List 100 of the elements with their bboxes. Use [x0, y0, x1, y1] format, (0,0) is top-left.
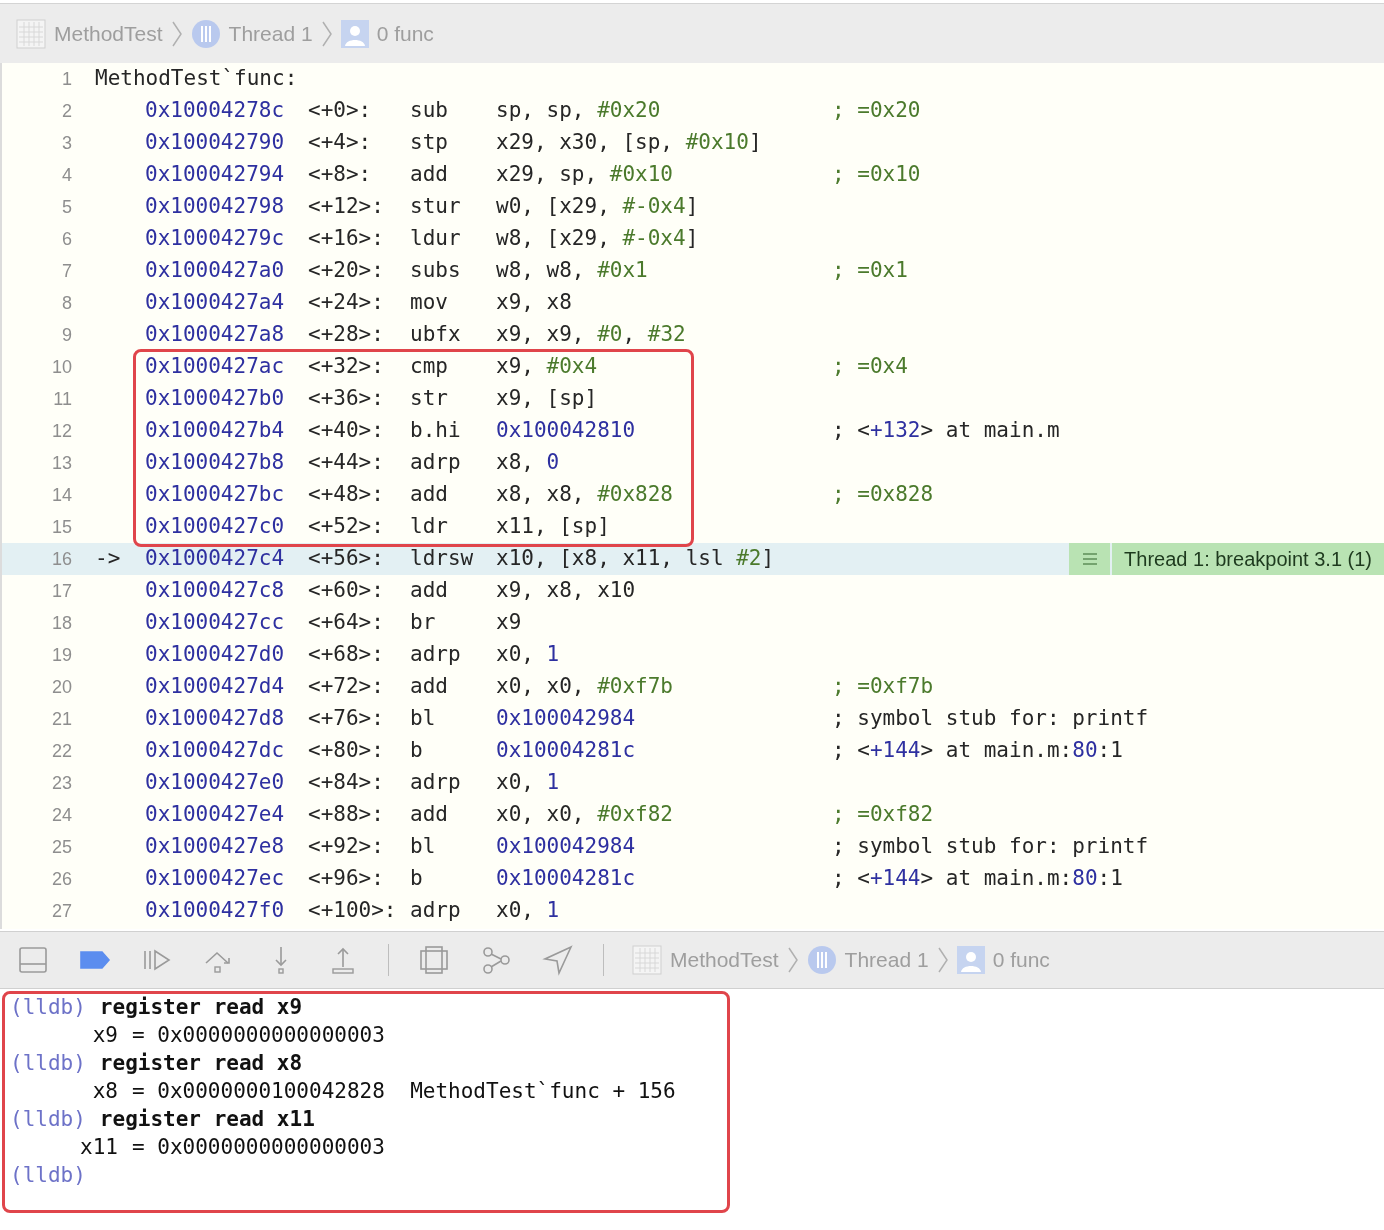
register-value: = 0x0000000000000003: [132, 1134, 385, 1162]
register-name: x9: [92, 1023, 118, 1048]
address: 0x1000427a8: [145, 322, 285, 347]
line-number: 27: [50, 899, 72, 923]
breakpoint-annotation: Thread 1: breakpoint 3.1 (1): [1112, 543, 1384, 575]
grid-icon: [16, 18, 46, 49]
console-command: register read x9: [99, 994, 303, 1022]
mnemonic: adrp: [410, 898, 461, 923]
line-number: 16: [50, 547, 72, 571]
offset: <+52>:: [308, 514, 384, 539]
address: 0x1000427c8: [145, 578, 285, 603]
address: 0x1000427cc: [145, 610, 285, 635]
comment: ; =0x20: [832, 97, 921, 125]
register-name: x8: [92, 1079, 118, 1104]
comment: ; symbol stub for: printf: [832, 833, 1149, 861]
line-number: 19: [50, 643, 72, 667]
offset: <+56>:: [308, 546, 384, 571]
offset: <+16>:: [308, 226, 384, 251]
operands: x11, [sp]: [496, 514, 610, 539]
operands: x10, [x8, x11, lsl #2]: [496, 546, 775, 571]
offset: <+80>:: [308, 738, 384, 763]
offset: <+20>:: [308, 258, 384, 283]
line-number: 14: [50, 483, 72, 507]
breadcrumb-item[interactable]: 0 func: [376, 17, 434, 50]
mnemonic: ldur: [410, 226, 461, 251]
address: 0x1000427d8: [145, 706, 285, 731]
address: 0x100042790: [145, 130, 285, 155]
line-number: 15: [50, 515, 72, 539]
breadcrumb-item[interactable]: Thread 1: [228, 17, 313, 50]
operands: 0x100042984: [496, 706, 636, 731]
breadcrumb-item[interactable]: Thread 1: [844, 944, 929, 976]
operands: x0, x0, #0xf82: [496, 802, 673, 827]
grid-icon: [632, 945, 662, 975]
operands: x0, 1: [496, 770, 560, 795]
line-number: 24: [50, 803, 72, 827]
mnemonic: stur: [410, 194, 461, 219]
operands: x0, x0, #0xf7b: [496, 674, 673, 699]
breadcrumb-item[interactable]: 0 func: [992, 944, 1050, 976]
operands: w8, [x29, #-0x4]: [496, 226, 699, 251]
console-command: register read x8: [99, 1050, 303, 1078]
operands: w0, [x29, #-0x4]: [496, 194, 699, 219]
thread-icon: [806, 945, 837, 975]
operands: x9, #0x4: [496, 354, 598, 379]
mnemonic: ldr: [410, 514, 448, 539]
line-number: 17: [50, 579, 72, 603]
operands: w8, w8, #0x1: [496, 258, 648, 283]
line-number: 9: [61, 323, 72, 347]
comment: ; =0x1: [832, 257, 908, 285]
operands: sp, sp, #0x20: [496, 98, 661, 123]
operands: x9, x8, x10: [496, 578, 636, 603]
function-label: MethodTest`func:: [95, 65, 298, 93]
address: 0x1000427d0: [145, 642, 285, 667]
line-number: 1: [61, 67, 72, 91]
lldb-prompt: (lldb): [10, 994, 86, 1022]
comment: ; <+132> at main.m: [832, 417, 1060, 445]
line-number: 21: [50, 707, 72, 731]
mnemonic: add: [410, 482, 448, 507]
operands: 0x10004281c: [496, 738, 636, 763]
line-number: 5: [61, 195, 72, 219]
person-icon: [956, 946, 985, 974]
offset: <+28>:: [308, 322, 384, 347]
offset: <+48>:: [308, 482, 384, 507]
address: 0x1000427dc: [145, 738, 285, 763]
breakpoint-menu-icon[interactable]: [1069, 543, 1111, 575]
thread-icon: [190, 18, 221, 49]
offset: <+64>:: [308, 610, 384, 635]
address: 0x1000427f0: [145, 898, 285, 923]
layers-icon[interactable]: [417, 943, 451, 977]
operands: x29, sp, #0x10: [496, 162, 673, 187]
line-number: 12: [50, 419, 72, 443]
address: 0x1000427b8: [145, 450, 285, 475]
mnemonic: bl: [410, 706, 436, 731]
address: 0x1000427c4: [145, 546, 285, 571]
mnemonic: sub: [410, 98, 448, 123]
line-number: 7: [61, 259, 72, 283]
breadcrumb-item[interactable]: MethodTest: [54, 17, 163, 50]
breadcrumb-item[interactable]: MethodTest: [670, 944, 779, 976]
line-number: 6: [61, 227, 72, 251]
comment: ; =0x4: [832, 353, 908, 381]
address: 0x1000427b0: [145, 386, 285, 411]
comment: ; <+144> at main.m:80:1: [832, 865, 1123, 893]
location-arrow-icon[interactable]: [541, 943, 575, 977]
line-number: 8: [61, 291, 72, 315]
operands: 0x10004281c: [496, 866, 636, 891]
line-number: 23: [50, 771, 72, 795]
address: 0x1000427d4: [145, 674, 285, 699]
operands: x29, x30, [sp, #0x10]: [496, 130, 762, 155]
offset: <+84>:: [308, 770, 384, 795]
mnemonic: adrp: [410, 642, 461, 667]
line-number: 20: [50, 675, 72, 699]
comment: ; =0x828: [832, 481, 934, 509]
address: 0x10004278c: [145, 98, 285, 123]
lldb-prompt: (lldb): [10, 1050, 86, 1078]
operands: x8, 0: [496, 450, 560, 475]
offset: <+0>:: [308, 98, 372, 123]
offset: <+68>:: [308, 642, 384, 667]
operands: x0, 1: [496, 898, 560, 923]
line-number: 18: [50, 611, 72, 635]
offset: <+100>:: [308, 898, 397, 923]
mnemonic: add: [410, 162, 448, 187]
